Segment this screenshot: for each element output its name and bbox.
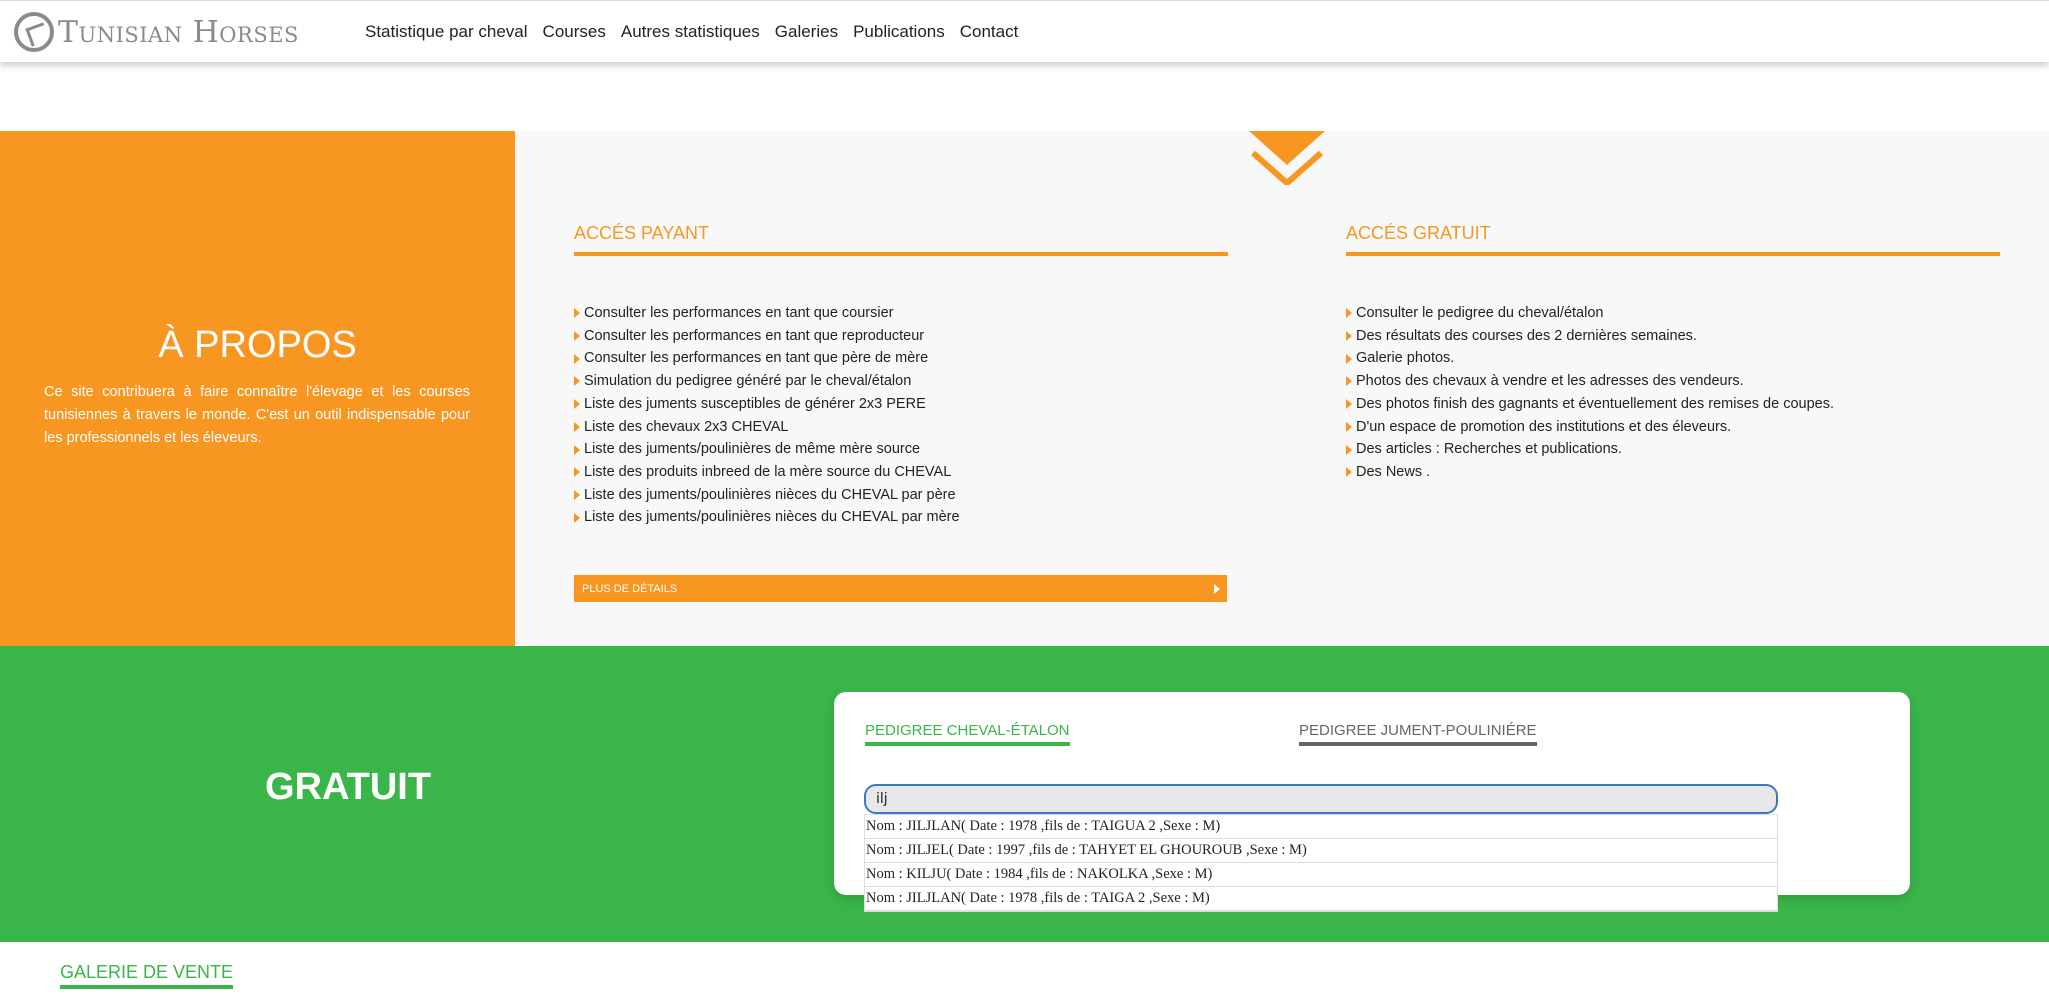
bullet-arrow-icon	[574, 421, 580, 432]
list-item: Galerie photos.	[1346, 347, 2000, 370]
site-header: Tunisian Horses Statistique par cheval C…	[0, 0, 2049, 62]
chevron-down-icon	[1249, 131, 1325, 185]
list-item: D'un espace de promotion des institution…	[1346, 416, 2000, 439]
more-details-label: PLUS DE DÉTAILS	[582, 582, 678, 595]
list-item: Photos des chevaux à vendre et les adres…	[1346, 370, 2000, 393]
bullet-arrow-icon	[574, 308, 580, 319]
autocomplete-dropdown: Nom : JILJLAN( Date : 1978 ,fils de : TA…	[864, 814, 1778, 912]
paid-access-column: ACCÉS PAYANT Consulter les performances …	[574, 223, 1228, 529]
list-item: Des résultats des courses des 2 dernière…	[1346, 325, 2000, 348]
autocomplete-option[interactable]: Nom : KILJU( Date : 1984 ,fils de : NAKO…	[865, 863, 1777, 887]
list-item: Consulter le pedigree du cheval/étalon	[1346, 302, 2000, 325]
main-nav: Statistique par cheval Courses Autres st…	[365, 1, 1018, 63]
bullet-arrow-icon	[574, 489, 580, 500]
nav-publications[interactable]: Publications	[853, 22, 945, 42]
nav-courses[interactable]: Courses	[543, 22, 606, 42]
gallery-title[interactable]: GALERIE DE VENTE	[60, 962, 234, 989]
site-logo[interactable]: Tunisian Horses	[14, 11, 299, 53]
bullet-arrow-icon	[1346, 399, 1352, 410]
list-item: Consulter les performances en tant que r…	[574, 325, 1228, 348]
list-item: Liste des juments/poulinières de même mè…	[574, 438, 1228, 461]
list-item: Des photos finish des gagnants et éventu…	[1346, 393, 2000, 416]
about-description: Ce site contribuera à faire connaître l'…	[44, 384, 470, 446]
bullet-arrow-icon	[574, 399, 580, 410]
bullet-arrow-icon	[574, 444, 580, 455]
list-item: Liste des chevaux 2x3 CHEVAL	[574, 416, 1228, 439]
bullet-arrow-icon	[1346, 331, 1352, 342]
free-access-column: ACCÉS GRATUIT Consulter le pedigree du c…	[1346, 223, 2000, 484]
pedigree-search-input[interactable]	[864, 784, 1778, 814]
list-item: Consulter les performances en tant que c…	[574, 302, 1228, 325]
list-item: Simulation du pedigree généré par le che…	[574, 370, 1228, 393]
nav-statistique-par-cheval[interactable]: Statistique par cheval	[365, 22, 528, 42]
bullet-arrow-icon	[574, 467, 580, 478]
nav-contact[interactable]: Contact	[960, 22, 1019, 42]
about-panel: À PROPOS Ce site contribuera à faire con…	[0, 131, 515, 646]
list-item: Des articles : Recherches et publication…	[1346, 438, 2000, 461]
bullet-arrow-icon	[574, 512, 580, 523]
bullet-arrow-icon	[574, 376, 580, 387]
bullet-arrow-icon	[1346, 421, 1352, 432]
bullet-arrow-icon	[574, 331, 580, 342]
bullet-arrow-icon	[1346, 376, 1352, 387]
autocomplete-option[interactable]: Nom : JILJLAN( Date : 1978 ,fils de : TA…	[865, 887, 1777, 911]
paid-access-list: Consulter les performances en tant que c…	[574, 302, 1228, 529]
free-access-list: Consulter le pedigree du cheval/étalon D…	[1346, 302, 2000, 484]
list-item: Liste des juments susceptibles de génére…	[574, 393, 1228, 416]
gratuit-title: GRATUIT	[265, 766, 432, 808]
nav-galeries[interactable]: Galeries	[775, 22, 838, 42]
tab-pedigree-jument-pouliniere[interactable]: PEDIGREE JUMENT-POULINIÉRE	[1299, 722, 1537, 746]
list-item: Consulter les performances en tant que p…	[574, 347, 1228, 370]
list-item: Liste des juments/poulinières nièces du …	[574, 506, 1228, 529]
list-item: Des News .	[1346, 461, 2000, 484]
tab-pedigree-cheval-etalon[interactable]: PEDIGREE CHEVAL-ÉTALON	[865, 722, 1070, 746]
arrow-right-icon	[1214, 584, 1220, 594]
bullet-arrow-icon	[1346, 353, 1352, 364]
bullet-arrow-icon	[1346, 467, 1352, 478]
paid-access-title: ACCÉS PAYANT	[574, 223, 1228, 256]
autocomplete-option[interactable]: Nom : JILJLAN( Date : 1978 ,fils de : TA…	[865, 815, 1777, 839]
about-title: À PROPOS	[158, 324, 357, 366]
bullet-arrow-icon	[574, 353, 580, 364]
logo-text: Tunisian Horses	[58, 14, 299, 50]
bullet-arrow-icon	[1346, 444, 1352, 455]
list-item: Liste des produits inbreed de la mère so…	[574, 461, 1228, 484]
autocomplete-option[interactable]: Nom : JILJEL( Date : 1997 ,fils de : TAH…	[865, 839, 1777, 863]
more-details-button[interactable]: PLUS DE DÉTAILS	[574, 575, 1227, 602]
about-section: À PROPOS Ce site contribuera à faire con…	[0, 131, 2049, 646]
bullet-arrow-icon	[1346, 308, 1352, 319]
nav-autres-statistiques[interactable]: Autres statistiques	[621, 22, 760, 42]
free-access-title: ACCÉS GRATUIT	[1346, 223, 2000, 256]
logo-icon	[14, 12, 54, 52]
list-item: Liste des juments/poulinières nièces du …	[574, 484, 1228, 507]
